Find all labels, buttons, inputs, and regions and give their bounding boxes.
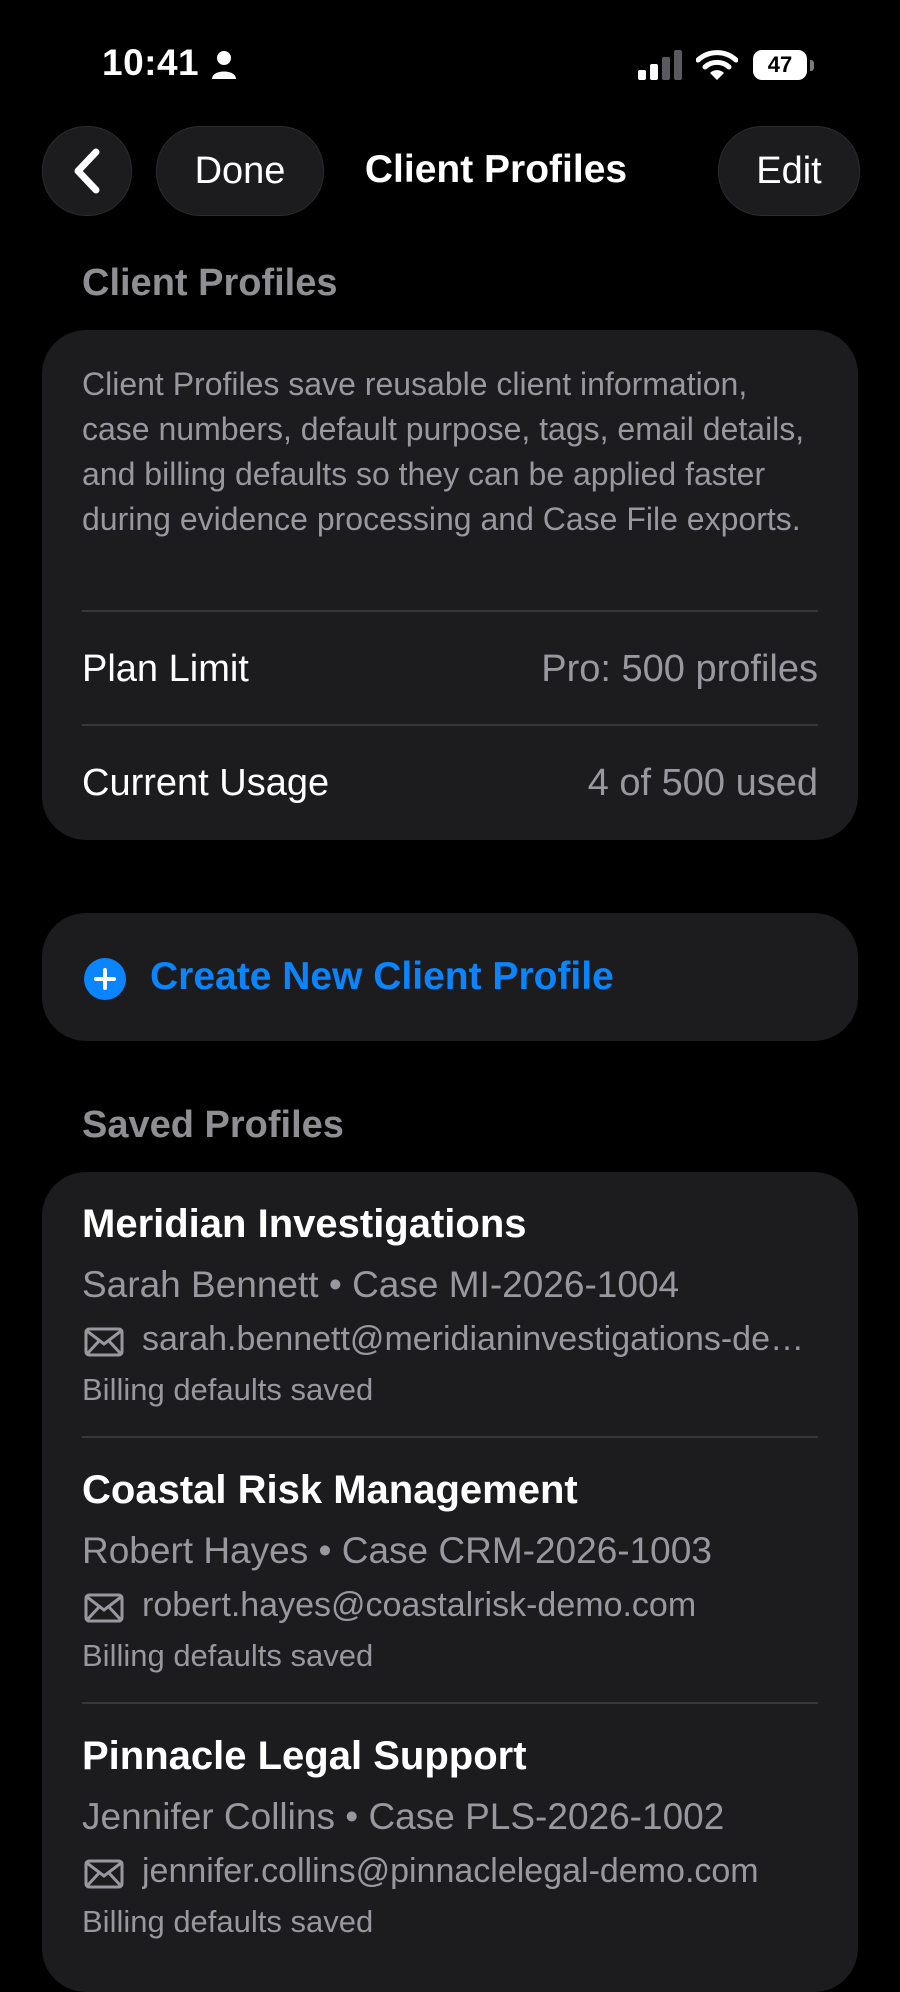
- profile-name: Coastal Risk Management: [82, 1468, 578, 1512]
- plan-limit-label: Plan Limit: [82, 648, 249, 690]
- create-new-profile-label: Create New Client Profile: [150, 955, 614, 998]
- profile-email: jennifer.collins@pinnaclelegal-demo.com: [142, 1852, 759, 1890]
- plan-limit-value: Pro: 500 profiles: [541, 648, 818, 690]
- create-new-profile-button[interactable]: Create New Client Profile: [42, 913, 858, 1041]
- info-card: Client Profiles save reusable client inf…: [42, 330, 858, 840]
- plus-circle-icon: [84, 958, 126, 1000]
- profile-item-pinnacle[interactable]: Pinnacle Legal Support Jennifer Collins …: [42, 1704, 858, 1970]
- current-usage-label: Current Usage: [82, 762, 330, 804]
- section-header-client-profiles: Client Profiles: [82, 262, 338, 304]
- profile-subtitle: Robert Hayes • Case CRM-2026-1003: [82, 1530, 712, 1571]
- profile-billing-status: Billing defaults saved: [82, 1904, 374, 1939]
- section-header-saved-profiles: Saved Profiles: [82, 1104, 344, 1146]
- profile-email: robert.hayes@coastalrisk-demo.com: [142, 1586, 697, 1624]
- cellular-signal-icon: [638, 50, 682, 80]
- profile-item-meridian[interactable]: Meridian Investigations Sarah Bennett • …: [42, 1172, 858, 1438]
- profile-subtitle: Sarah Bennett • Case MI-2026-1004: [82, 1264, 680, 1305]
- profile-billing-status: Billing defaults saved: [82, 1638, 374, 1673]
- divider: [82, 724, 818, 726]
- current-usage-value: 4 of 500 used: [587, 762, 818, 804]
- divider: [82, 610, 818, 612]
- saved-profiles-list: Meridian Investigations Sarah Bennett • …: [42, 1172, 858, 1992]
- profile-billing-status: Billing defaults saved: [82, 1372, 374, 1407]
- profile-item-coastal[interactable]: Coastal Risk Management Robert Hayes • C…: [42, 1438, 858, 1704]
- status-bar: 10:41 47: [0, 0, 900, 120]
- edit-button[interactable]: Edit: [718, 126, 860, 216]
- battery-indicator: 47: [753, 50, 815, 80]
- profile-name: Pinnacle Legal Support: [82, 1734, 527, 1778]
- description-text: Client Profiles save reusable client inf…: [82, 366, 805, 537]
- battery-level: 47: [753, 50, 807, 80]
- profile-subtitle: Jennifer Collins • Case PLS-2026-1002: [82, 1796, 725, 1837]
- battery-cap: [810, 60, 814, 71]
- status-time: 10:41: [102, 42, 200, 83]
- mail-icon: [84, 1327, 124, 1357]
- wifi-icon: [696, 50, 738, 80]
- profile-name: Meridian Investigations: [82, 1202, 527, 1246]
- mail-icon: [84, 1593, 124, 1623]
- chevron-left-icon: [74, 148, 100, 194]
- page-title: Client Profiles: [364, 148, 628, 191]
- back-button[interactable]: [42, 126, 132, 216]
- person-icon: [212, 51, 236, 79]
- profile-email: sarah.bennett@meridianinvestigations-dem…: [142, 1320, 822, 1358]
- mail-icon: [84, 1859, 124, 1889]
